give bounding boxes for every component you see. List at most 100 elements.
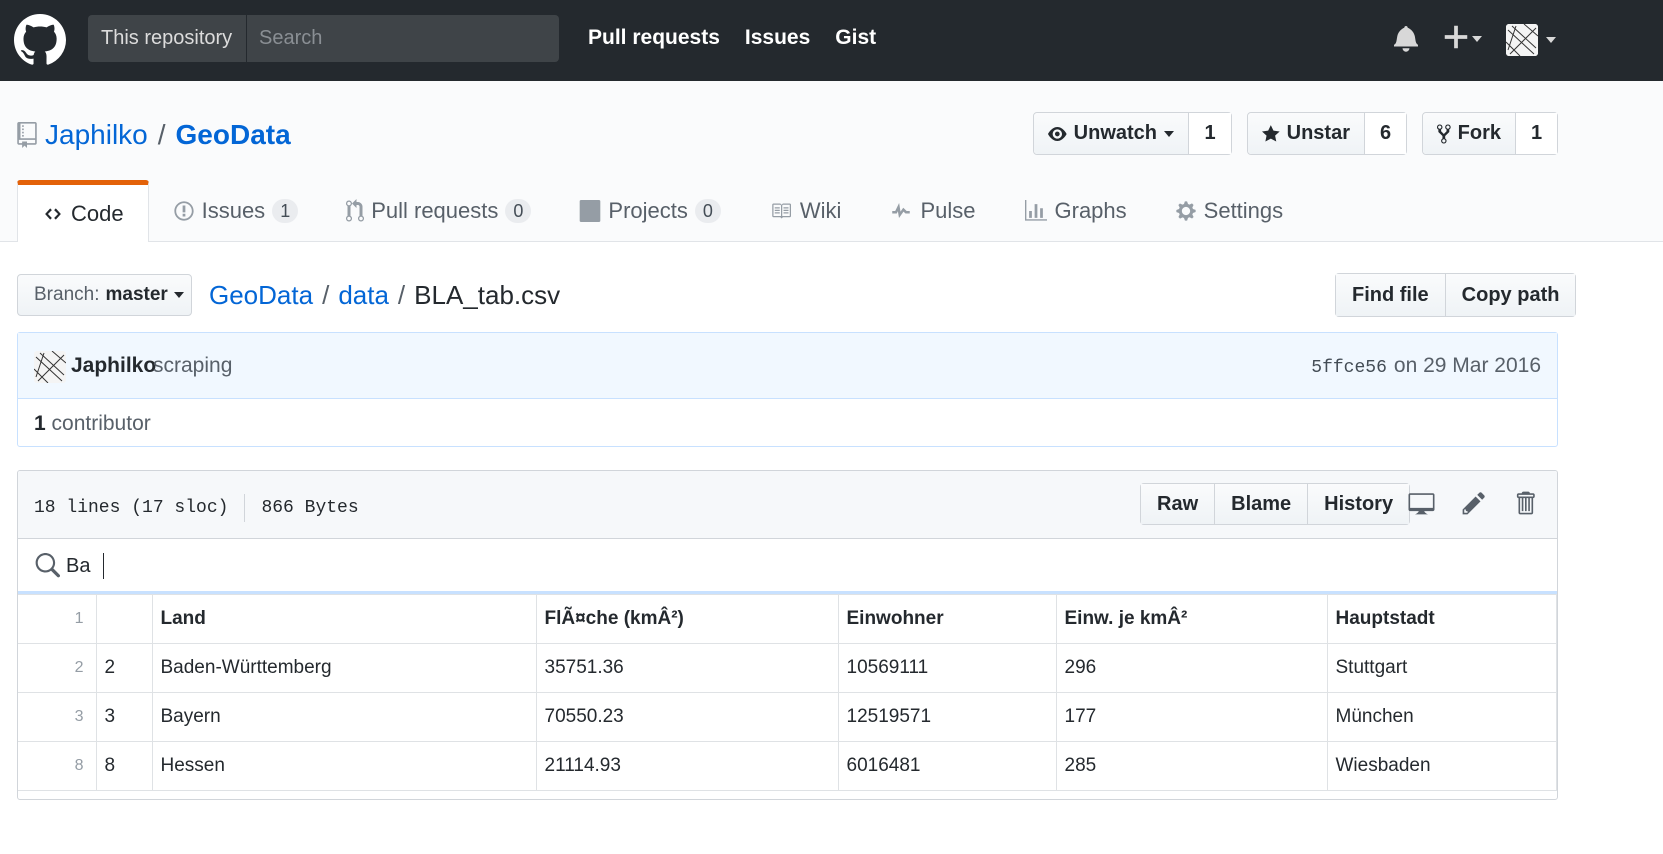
commit-message-link[interactable]: scraping bbox=[153, 354, 232, 378]
tab-pull-requests[interactable]: Pull requests 0 bbox=[322, 180, 555, 242]
tab-pull-requests-label: Pull requests bbox=[371, 198, 499, 223]
line-number[interactable]: 1 bbox=[18, 594, 97, 644]
file-header: 18 lines (17 sloc) 866 Bytes Raw Blame H… bbox=[18, 471, 1557, 539]
fork-button-group: Fork 1 bbox=[1422, 112, 1558, 155]
fork-count[interactable]: 1 bbox=[1516, 113, 1557, 154]
project-icon bbox=[580, 200, 601, 222]
breadcrumb-data[interactable]: data bbox=[338, 280, 389, 311]
watch-button-group: Unwatch 1 bbox=[1033, 112, 1232, 155]
branch-select-button[interactable]: Branch: master bbox=[17, 274, 192, 316]
csv-row: 2 2 Baden-Württemberg 35751.36 10569111 … bbox=[18, 643, 1557, 693]
repo-tabs: Code Issues 1 Pull requests 0 Projects 0… bbox=[17, 180, 1307, 242]
fork-button[interactable]: Fork bbox=[1423, 113, 1516, 154]
csv-filter-input[interactable] bbox=[66, 549, 566, 583]
unwatch-button[interactable]: Unwatch bbox=[1034, 113, 1189, 154]
csv-header-cell: Einw. je kmÂ² bbox=[1055, 594, 1328, 644]
tab-projects[interactable]: Projects 0 bbox=[555, 180, 745, 242]
code-icon bbox=[45, 207, 61, 220]
csv-header-cell: Einwohner bbox=[837, 594, 1057, 644]
commit-sha-link[interactable]: 5ffce56 bbox=[1311, 358, 1387, 378]
repo-title: Japhilko / GeoData bbox=[17, 119, 291, 151]
csv-cell: 6016481 bbox=[837, 741, 1057, 791]
nav-pull-requests[interactable]: Pull requests bbox=[588, 26, 720, 50]
tab-code[interactable]: Code bbox=[17, 180, 149, 242]
csv-header-cell bbox=[95, 594, 153, 644]
csv-cell: 70550.23 bbox=[535, 692, 839, 742]
csv-header-cell: FlÃ¤che (kmÂ²) bbox=[535, 594, 839, 644]
commit-date: on 29 Mar 2016 bbox=[1393, 354, 1541, 377]
blame-button[interactable]: Blame bbox=[1214, 484, 1308, 524]
chevron-down-icon bbox=[173, 292, 184, 298]
unwatch-label: Unwatch bbox=[1073, 122, 1157, 144]
csv-cell: 2 bbox=[95, 643, 153, 693]
branch-label: Branch: bbox=[34, 284, 100, 305]
create-new-button[interactable] bbox=[1444, 22, 1482, 58]
csv-cell: 8 bbox=[95, 741, 153, 791]
csv-cell: Bayern bbox=[151, 692, 537, 742]
csv-header-cell: Land bbox=[151, 594, 537, 644]
eye-icon bbox=[1048, 126, 1067, 141]
search-input[interactable] bbox=[247, 15, 559, 62]
projects-counter: 0 bbox=[694, 199, 721, 223]
notification-bell-icon[interactable] bbox=[1394, 24, 1418, 52]
plus-icon bbox=[1444, 25, 1468, 49]
tab-wiki[interactable]: Wiki bbox=[745, 180, 866, 242]
watch-count[interactable]: 1 bbox=[1189, 113, 1231, 154]
nav-gist[interactable]: Gist bbox=[835, 26, 876, 50]
pencil-icon[interactable] bbox=[1462, 490, 1486, 516]
find-file-button[interactable]: Find file bbox=[1336, 274, 1445, 316]
repo-owner-link[interactable]: Japhilko bbox=[45, 119, 148, 151]
csv-row: 8 8 Hessen 21114.93 6016481 285 Wiesbade… bbox=[18, 741, 1557, 791]
pull-requests-counter: 0 bbox=[505, 199, 532, 223]
csv-cell: 177 bbox=[1055, 692, 1328, 742]
breadcrumb-repo[interactable]: GeoData bbox=[209, 280, 313, 311]
line-number[interactable]: 3 bbox=[18, 692, 97, 742]
csv-cell: 285 bbox=[1055, 741, 1328, 791]
breadcrumb-filename: BLA_tab.csv bbox=[414, 280, 561, 310]
text-cursor bbox=[103, 553, 104, 579]
star-button-group: Unstar 6 bbox=[1247, 112, 1407, 155]
csv-cell: 12519571 bbox=[837, 692, 1057, 742]
repo-name-link[interactable]: GeoData bbox=[176, 119, 291, 151]
star-count[interactable]: 6 bbox=[1365, 113, 1406, 154]
file-lines: 18 lines (17 sloc) bbox=[34, 498, 229, 518]
csv-cell: Stuttgart bbox=[1326, 643, 1557, 693]
line-number[interactable]: 8 bbox=[18, 741, 97, 791]
latest-commit: Japhilko scraping 5ffce56 on 29 Mar 2016 bbox=[18, 333, 1557, 399]
header-search: This repository bbox=[88, 15, 559, 62]
user-avatar[interactable] bbox=[1506, 24, 1538, 56]
avatar-chevron-down-icon[interactable] bbox=[1546, 37, 1556, 43]
line-number[interactable]: 2 bbox=[18, 643, 97, 693]
file-size: 866 Bytes bbox=[261, 498, 359, 518]
nav-issues[interactable]: Issues bbox=[745, 26, 810, 50]
file-info: 18 lines (17 sloc) 866 Bytes bbox=[34, 494, 359, 522]
csv-table: 1 Land FlÃ¤che (kmÂ²) Einwohner Einw. je… bbox=[18, 594, 1557, 791]
avatar-image bbox=[34, 351, 66, 383]
tab-wiki-label: Wiki bbox=[799, 198, 842, 223]
tab-settings[interactable]: Settings bbox=[1151, 180, 1308, 242]
unstar-button[interactable]: Unstar bbox=[1248, 113, 1365, 154]
commit-author-link[interactable]: Japhilko bbox=[71, 354, 156, 378]
github-logo-icon[interactable] bbox=[14, 14, 66, 66]
global-header: This repository Pull requests Issues Gis… bbox=[0, 0, 1663, 81]
unstar-label: Unstar bbox=[1286, 122, 1350, 144]
tab-pulse[interactable]: Pulse bbox=[865, 180, 999, 242]
trash-icon[interactable] bbox=[1514, 490, 1536, 516]
tab-issues-label: Issues bbox=[201, 198, 266, 223]
csv-cell: 3 bbox=[95, 692, 153, 742]
tab-graphs[interactable]: Graphs bbox=[1000, 180, 1151, 242]
csv-cell: Hessen bbox=[151, 741, 537, 791]
history-button[interactable]: History bbox=[1307, 484, 1410, 524]
raw-button[interactable]: Raw bbox=[1141, 484, 1215, 524]
commit-author-avatar[interactable] bbox=[34, 351, 66, 383]
breadcrumb-separator: / bbox=[397, 280, 406, 310]
csv-cell: Wiesbaden bbox=[1326, 741, 1557, 791]
chevron-down-icon bbox=[1472, 36, 1482, 42]
desktop-icon[interactable] bbox=[1408, 490, 1435, 516]
file-nav-buttons: Find file Copy path bbox=[1335, 273, 1577, 317]
commit-meta: 5ffce56 on 29 Mar 2016 bbox=[1311, 354, 1541, 378]
contributors[interactable]: 1 contributor bbox=[34, 412, 151, 436]
copy-path-button[interactable]: Copy path bbox=[1444, 274, 1576, 316]
file-info-divider bbox=[244, 494, 246, 522]
tab-issues[interactable]: Issues 1 bbox=[149, 180, 323, 242]
